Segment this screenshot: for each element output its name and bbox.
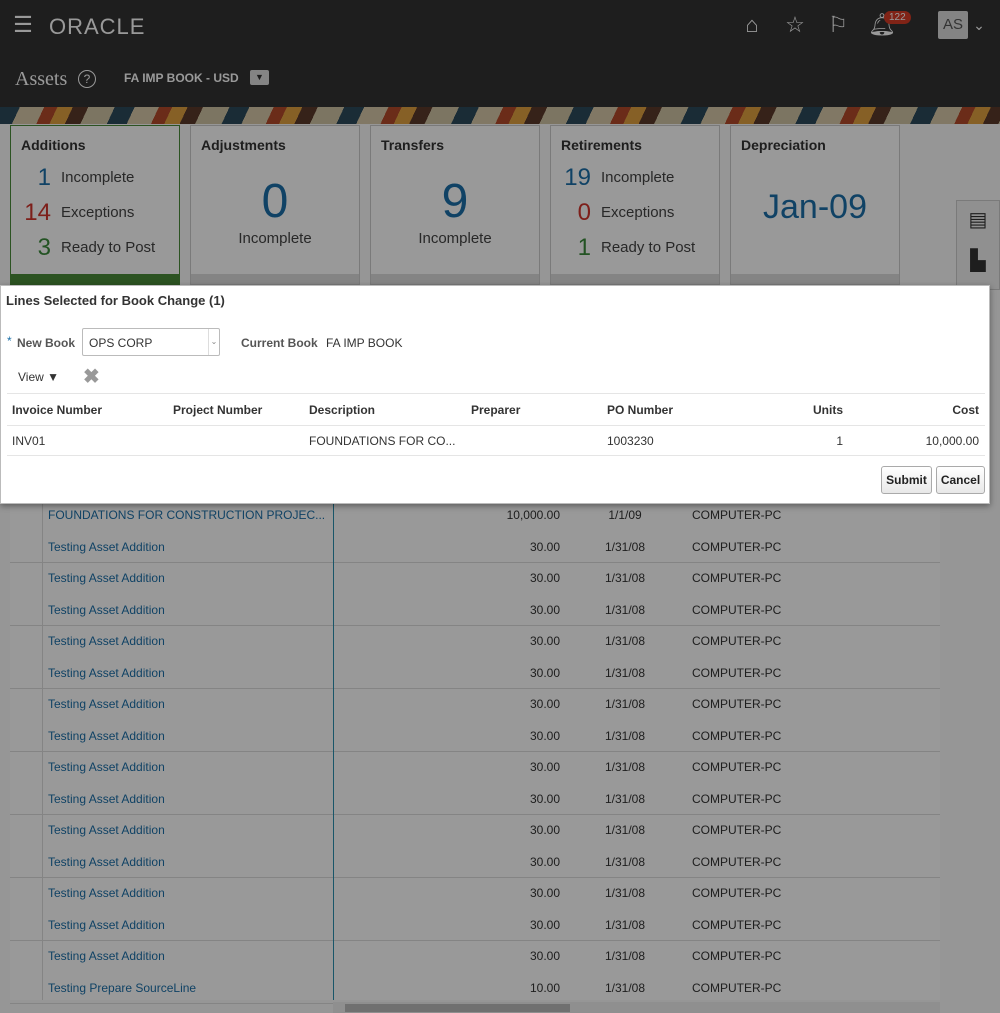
required-indicator: * [7, 334, 12, 348]
column-header[interactable]: Project Number [173, 403, 262, 417]
column-header[interactable]: Preparer [471, 403, 520, 417]
description: FOUNDATIONS FOR CO... [309, 434, 456, 448]
column-header[interactable]: PO Number [607, 403, 673, 417]
submit-button[interactable]: Submit [881, 466, 932, 494]
divider [7, 393, 985, 394]
chevron-down-icon[interactable]: ⌄ [208, 329, 219, 355]
column-header[interactable]: Invoice Number [12, 403, 102, 417]
current-book-value: FA IMP BOOK [326, 336, 403, 350]
column-header[interactable]: Description [309, 403, 375, 417]
new-book-select[interactable]: OPS CORP ⌄ [82, 328, 220, 356]
book-change-dialog: Lines Selected for Book Change (1) * New… [0, 285, 990, 504]
divider [7, 455, 985, 456]
delete-icon[interactable]: ✖ [83, 364, 100, 389]
po-number: 1003230 [607, 434, 654, 448]
divider [7, 425, 985, 426]
column-header[interactable]: Units [761, 403, 843, 417]
dialog-title: Lines Selected for Book Change (1) [6, 293, 225, 308]
cost: 10,000.00 [925, 434, 979, 448]
cancel-button[interactable]: Cancel [936, 466, 985, 494]
modal-backdrop [0, 0, 1000, 1013]
view-menu[interactable]: View ▼ [18, 370, 59, 384]
new-book-value: OPS CORP [89, 336, 153, 350]
units: 1 [836, 434, 843, 448]
new-book-label: New Book [17, 336, 76, 350]
current-book-label: Current Book [241, 336, 318, 350]
column-header[interactable]: Cost [861, 403, 979, 417]
invoice-number: INV01 [12, 434, 46, 448]
